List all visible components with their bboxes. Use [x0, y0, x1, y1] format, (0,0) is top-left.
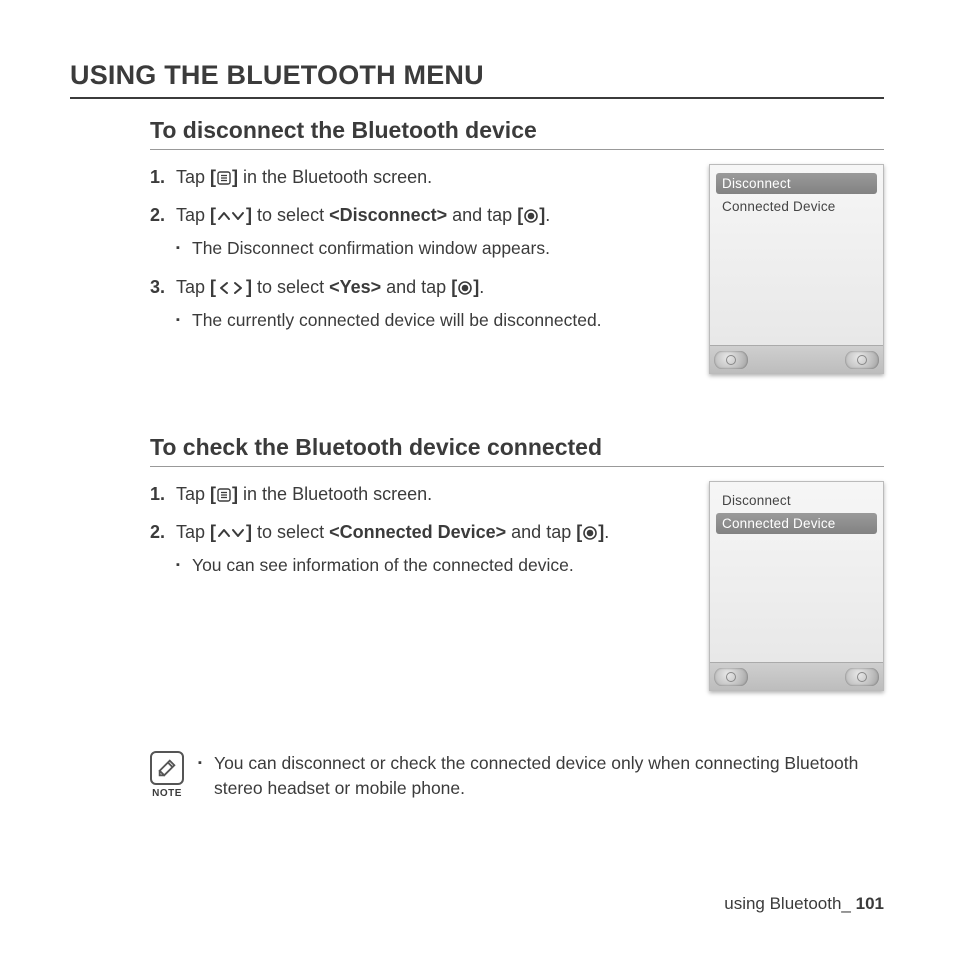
step-sub-item: You can see information of the connected…: [176, 553, 687, 578]
device-menu-item: Disconnect: [716, 490, 877, 511]
device-knob: [714, 668, 748, 686]
note-icon: [150, 751, 184, 785]
step-list: Tap [] in the Bluetooth screen. Tap [] to…: [150, 481, 687, 579]
page-footer: using Bluetooth_ 101: [724, 894, 884, 914]
device-mockup: DisconnectConnected Device: [709, 481, 884, 691]
step-sub-item: The currently connected device will be d…: [176, 308, 687, 333]
device-menu-item: Disconnect: [716, 173, 877, 194]
left-right-icon: [216, 280, 246, 296]
record-icon: [523, 208, 539, 224]
device-menu-item: Connected Device: [716, 196, 877, 217]
section-heading: To check the Bluetooth device connected: [150, 434, 884, 467]
page-title: USING THE BLUETOOTH MENU: [70, 60, 884, 99]
step-sub-item: The Disconnect confirmation window appea…: [176, 236, 687, 261]
step-item: Tap [] to select <Yes> and tap [].The cu…: [150, 274, 687, 333]
device-knob: [714, 351, 748, 369]
step-item: Tap [] to select <Disconnect> and tap []…: [150, 202, 687, 261]
device-bottom-bar: [710, 345, 883, 373]
menu-icon: [216, 170, 232, 186]
section: To check the Bluetooth device connected T…: [70, 434, 884, 691]
device-bottom-bar: [710, 662, 883, 690]
step-item: Tap [] in the Bluetooth screen.: [150, 481, 687, 507]
section-heading: To disconnect the Bluetooth device: [150, 117, 884, 150]
note-block: NOTE You can disconnect or check the con…: [150, 751, 884, 802]
step-item: Tap [] in the Bluetooth screen.: [150, 164, 687, 190]
up-down-icon: [216, 525, 246, 541]
record-icon: [457, 280, 473, 296]
footer-text: using Bluetooth_: [724, 894, 851, 913]
step-list: Tap [] in the Bluetooth screen. Tap [] to…: [150, 164, 687, 333]
step-item: Tap [] to select <Connected Device> and …: [150, 519, 687, 578]
device-knob: [845, 351, 879, 369]
record-icon: [582, 525, 598, 541]
device-menu-item: Connected Device: [716, 513, 877, 534]
note-label: NOTE: [150, 788, 184, 799]
menu-icon: [216, 487, 232, 503]
section: To disconnect the Bluetooth device Tap []…: [70, 117, 884, 374]
device-knob: [845, 668, 879, 686]
page-number: 101: [856, 894, 884, 913]
up-down-icon: [216, 208, 246, 224]
note-item: You can disconnect or check the connecte…: [198, 751, 884, 802]
device-mockup: DisconnectConnected Device: [709, 164, 884, 374]
